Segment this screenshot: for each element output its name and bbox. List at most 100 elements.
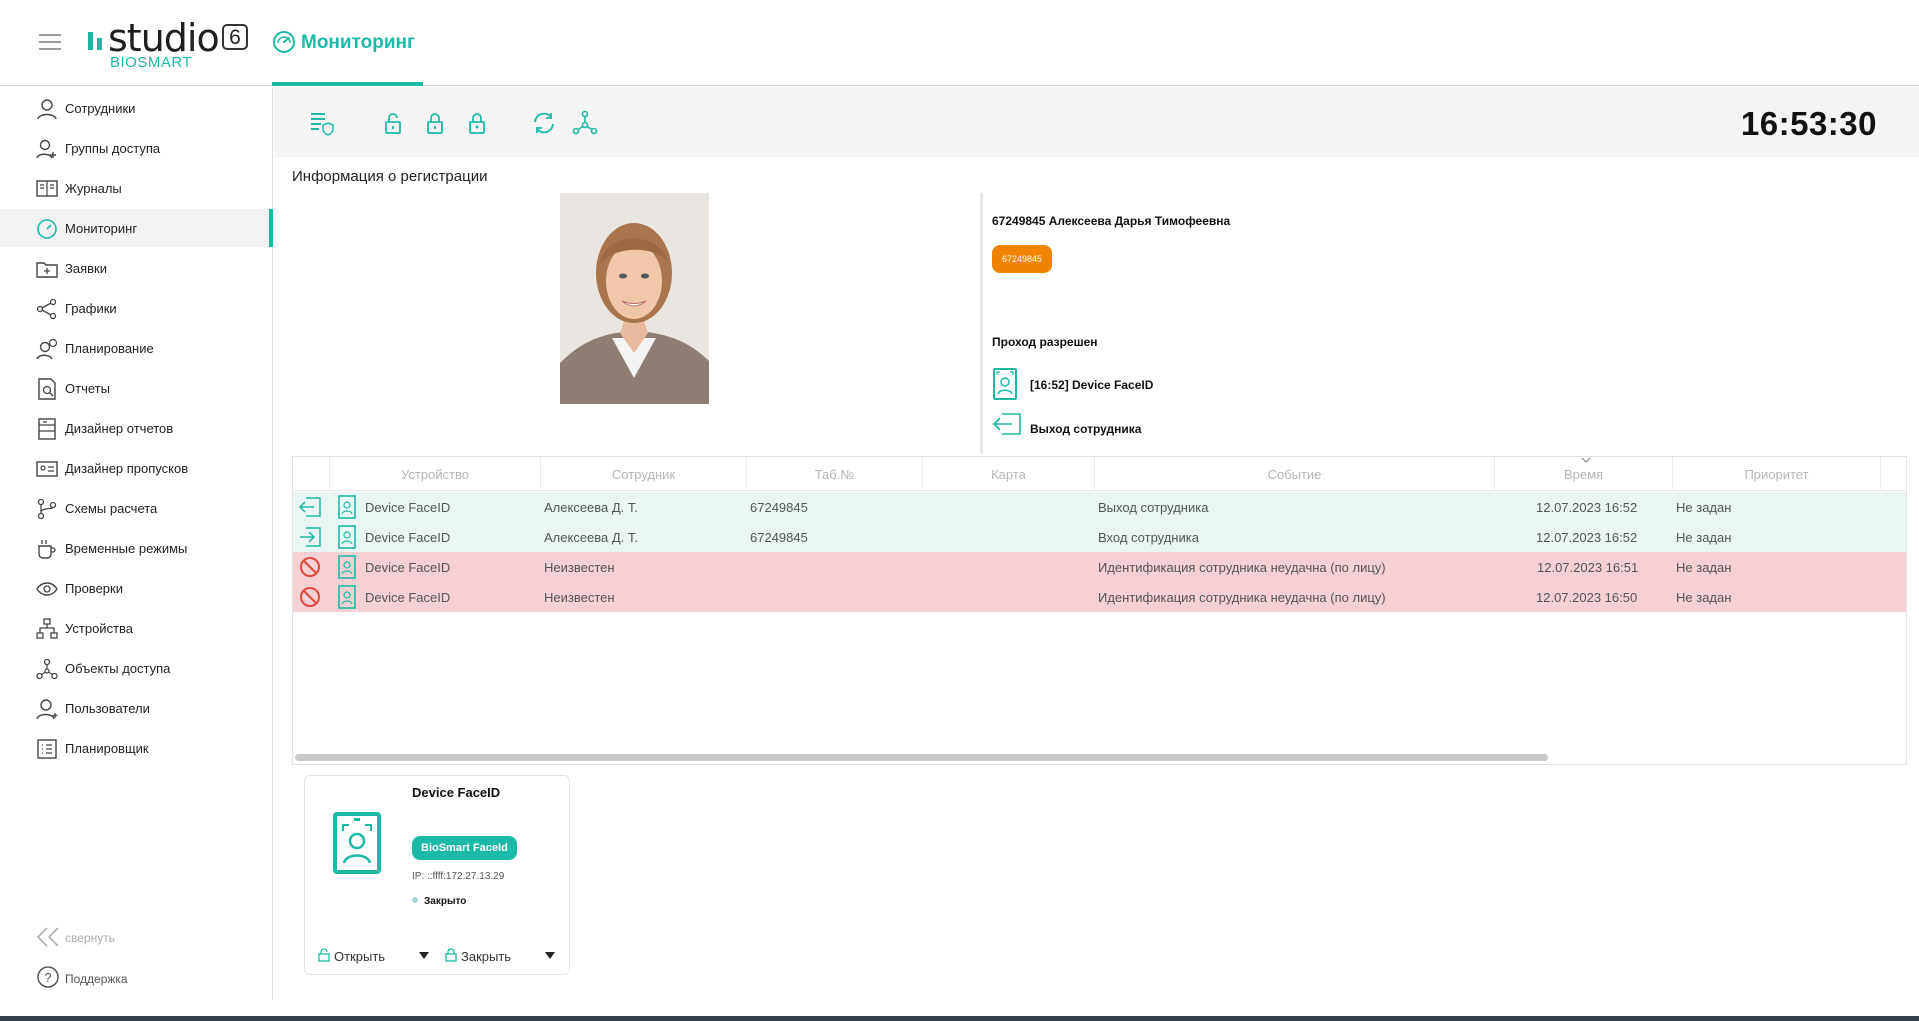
lock-icon <box>427 113 443 134</box>
branch-icon <box>37 498 57 520</box>
table-row[interactable]: Device FaceID Неизвестен Идентификация с… <box>293 582 1906 612</box>
sidebar-item-label: Планировщик <box>65 741 149 756</box>
sidebar-item-label: Журналы <box>65 181 122 196</box>
sidebar-item-label: Пользователи <box>65 701 150 716</box>
logo-subtitle: BIOSMART <box>110 54 193 71</box>
device-state: Закрыто <box>412 896 466 907</box>
collapse-sidebar-button[interactable]: свернуть <box>36 926 156 948</box>
sidebar-item-label: Временные режимы <box>65 541 188 556</box>
column-header-employee[interactable]: Сотрудник <box>541 457 747 491</box>
sidebar-item-calc-schemes[interactable]: Схемы расчета <box>0 489 273 527</box>
cell-time: 12.07.2023 16:50 <box>1536 590 1638 605</box>
lock-alt-button[interactable] <box>464 110 490 136</box>
sidebar-item-charts[interactable]: Графики <box>0 289 273 327</box>
pass-status: Проход разрешен <box>992 335 1098 349</box>
cell-device: Device FaceID <box>365 530 451 545</box>
sidebar-item-label: Устройства <box>65 621 134 636</box>
sidebar-item-label: Дизайнер пропусков <box>65 461 189 476</box>
sidebar-item-monitoring[interactable]: Мониторинг <box>0 209 273 247</box>
refresh-icon <box>534 112 554 134</box>
cell-priority: Не задан <box>1676 530 1732 545</box>
sidebar-item-access-groups[interactable]: Группы доступа <box>0 129 273 167</box>
faceid-device-icon <box>338 495 356 519</box>
sidebar-item-devices[interactable]: Устройства <box>0 609 273 647</box>
sidebar-item-label: Планирование <box>65 341 154 356</box>
registration-event-line: Выход сотрудника <box>992 412 1292 442</box>
page-title: Мониторинг <box>301 32 415 53</box>
settings-shield-icon <box>311 113 334 136</box>
cell-event: Идентификация сотрудника неудачна (по ли… <box>1098 590 1386 605</box>
user-add-icon <box>36 699 58 720</box>
cell-event: Вход сотрудника <box>1098 530 1199 545</box>
gauge-icon <box>37 219 57 239</box>
close-options-dropdown-icon[interactable] <box>545 952 555 959</box>
sidebar-item-label: Объекты доступа <box>65 661 171 676</box>
cell-event: Выход сотрудника <box>1098 500 1209 515</box>
sidebar-item-requests[interactable]: Заявки <box>0 249 273 287</box>
network-button[interactable] <box>572 110 598 136</box>
registration-event-label: Выход сотрудника <box>1030 422 1142 436</box>
cell-employee: Алексеева Д. Т. <box>544 530 639 545</box>
sidebar-item-label: Отчеты <box>65 381 110 396</box>
sidebar-item-access-objects[interactable]: Объекты доступа <box>0 649 273 687</box>
column-header-tab-no[interactable]: Таб.№ <box>747 457 923 491</box>
device-card[interactable]: Device FaceID BioSmart FaceId IP: ::ffff… <box>304 775 570 975</box>
lock-alt-icon <box>469 113 485 134</box>
sidebar-item-planning[interactable]: Планирование <box>0 329 273 367</box>
column-header-event[interactable]: Событие <box>1095 457 1495 491</box>
logo-version: 6 <box>222 24 248 50</box>
denied-icon <box>300 557 320 577</box>
cell-device: Device FaceID <box>365 500 451 515</box>
table-row[interactable]: Device FaceID Алексеева Д. Т. 67249845 В… <box>293 492 1906 522</box>
cup-icon <box>38 540 56 559</box>
sidebar-item-checks[interactable]: Проверки <box>0 569 273 607</box>
open-door-button[interactable]: Открыть <box>318 948 398 966</box>
person-name: 67249845 Алексеева Дарья Тимофеевна <box>992 214 1231 228</box>
column-header-card[interactable]: Карта <box>923 457 1095 491</box>
table-row[interactable]: Device FaceID Неизвестен Идентификация с… <box>293 552 1906 582</box>
cell-time: 12.07.2023 16:52 <box>1536 530 1638 545</box>
denied-icon <box>300 587 320 607</box>
list-icon <box>37 739 57 759</box>
settings-shield-button[interactable] <box>309 110 335 136</box>
support-link[interactable]: ? Поддержка <box>36 965 166 991</box>
registration-info-title: Информация о регистрации <box>292 168 488 185</box>
close-door-label: Закрыть <box>461 949 512 964</box>
faceid-device-icon <box>338 525 356 549</box>
cell-priority: Не задан <box>1676 500 1732 515</box>
refresh-button[interactable] <box>531 110 557 136</box>
sidebar-item-reports[interactable]: Отчеты <box>0 369 273 407</box>
sidebar-item-journals[interactable]: Журналы <box>0 169 273 207</box>
sidebar-item-users[interactable]: Пользователи <box>0 689 273 727</box>
device-card-title: Device FaceID <box>412 785 501 800</box>
lock-button[interactable] <box>422 110 448 136</box>
bottom-taskbar-strip <box>0 1016 1919 1021</box>
table-row[interactable]: Device FaceID Алексеева Д. Т. 67249845 В… <box>293 522 1906 552</box>
horizontal-scrollbar[interactable] <box>295 754 1548 761</box>
sidebar-item-employees[interactable]: Сотрудники <box>0 89 273 127</box>
cell-employee: Неизвестен <box>544 560 615 575</box>
eye-icon <box>36 582 58 596</box>
column-header-device[interactable]: Устройство <box>330 457 541 491</box>
user-icon <box>37 99 57 120</box>
cell-device: Device FaceID <box>365 590 451 605</box>
faceid-device-icon <box>338 555 356 579</box>
sort-descending-icon <box>1581 457 1591 463</box>
open-door-label: Открыть <box>334 949 386 964</box>
unlock-icon <box>385 113 401 134</box>
tab-monitoring[interactable]: Мониторинг <box>272 28 423 86</box>
sidebar-item-report-designer[interactable]: Дизайнер отчетов <box>0 409 273 447</box>
sidebar-item-time-modes[interactable]: Временные режимы <box>0 529 273 567</box>
close-door-button[interactable]: Закрыть <box>445 948 525 966</box>
hamburger-menu-icon[interactable] <box>39 34 61 52</box>
open-options-dropdown-icon[interactable] <box>419 952 429 959</box>
sidebar-item-scheduler[interactable]: Планировщик <box>0 729 273 767</box>
device-type-badge: BioSmart FaceId <box>412 836 517 860</box>
studio-logo: studio 6 BIOSMART <box>88 16 258 72</box>
sidebar-item-pass-designer[interactable]: Дизайнер пропусков <box>0 449 273 487</box>
column-header-priority[interactable]: Приоритет <box>1673 457 1881 491</box>
cell-time: 12.07.2023 16:51 <box>1537 560 1639 575</box>
state-dot <box>412 897 418 903</box>
unlock-button[interactable] <box>380 110 406 136</box>
sidebar: Сотрудники Группы доступа Журналы Монито… <box>0 87 273 999</box>
